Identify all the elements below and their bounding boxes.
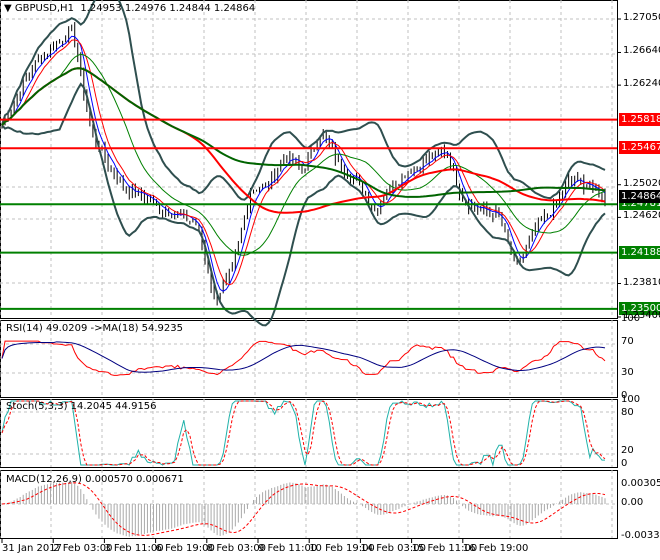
price-tick: 1.25020: [623, 177, 660, 189]
price-tick: 1.26240: [623, 78, 660, 90]
level-label: 1.25467: [619, 141, 660, 155]
level-label: 1.25818: [619, 112, 660, 126]
symbol-header: ▼ GBPUSD,H1 1.24953 1.24976 1.24844 1.24…: [4, 3, 256, 14]
current-price-label: 1.24864: [619, 190, 660, 204]
price-tick: 1.23810: [623, 276, 660, 288]
rsi-tick: 70: [621, 336, 634, 348]
stoch-tick: 100: [621, 394, 641, 405]
ma-20: [1, 53, 606, 256]
rsi-ma-line: [1, 341, 606, 373]
stoch-tick: 20: [621, 445, 634, 457]
price-tick: 1.24620: [623, 210, 660, 222]
macd-tick: 0.00: [621, 497, 644, 508]
ma-8: [1, 39, 606, 286]
bb-upper: [1, 0, 606, 201]
stoch-tick: 0: [621, 458, 628, 469]
ohlc-values: 1.24953 1.24976 1.24844 1.24864: [80, 3, 256, 14]
macd-tick: -0.003366: [621, 530, 660, 541]
level-label: 1.24188: [619, 245, 660, 259]
rsi-title: RSI(14) 49.0209 ->MA(18) 54.9235: [6, 323, 183, 334]
time-tick-label: 16 Feb 19:00: [462, 543, 529, 554]
chart-window[interactable]: ▼ GBPUSD,H1 1.24953 1.24976 1.24844 1.24…: [0, 0, 660, 560]
price-tick: 1.27050: [623, 12, 660, 23]
macd-title: MACD(12,26,9) 0.000570 0.000671: [6, 474, 184, 485]
panel-frame: [0, 0, 618, 319]
price-tick: 1.26640: [623, 45, 660, 57]
symbol: GBPUSD,H1: [14, 3, 74, 14]
stoch-title: Stoch(5,3,3) 14.2045 44.9156: [6, 401, 157, 412]
rsi-tick: 100: [621, 313, 641, 324]
rsi-tick: 30: [621, 366, 634, 378]
stoch-tick: 80: [621, 406, 634, 418]
macd-tick: 0.003059: [621, 478, 660, 489]
